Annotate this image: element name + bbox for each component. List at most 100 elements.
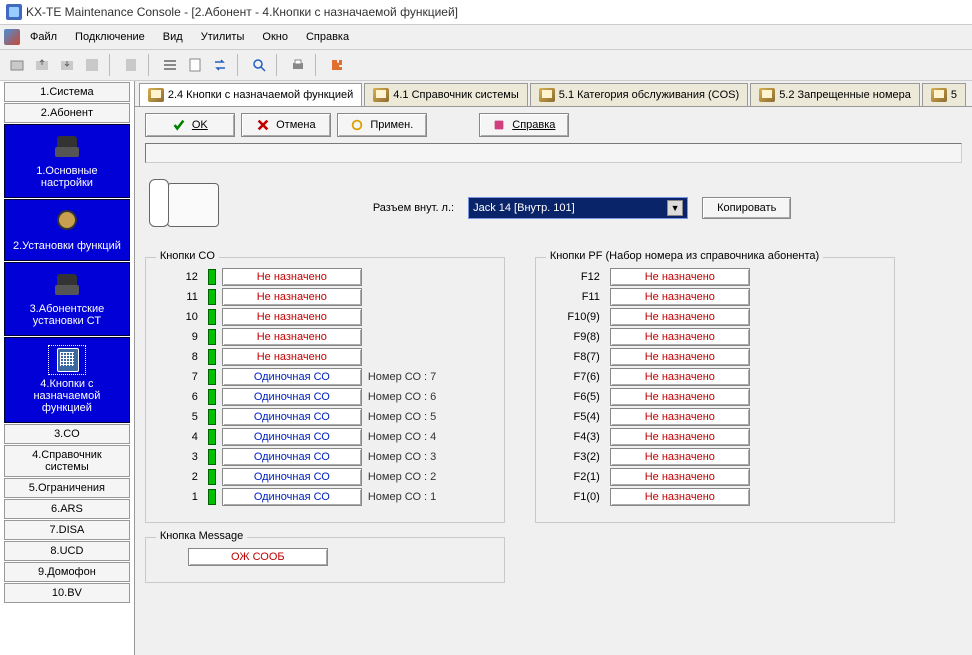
tab-restricted-numbers[interactable]: 5.2 Запрещенные номера — [750, 83, 920, 106]
sidebar-item-function-buttons[interactable]: 4.Кнопки с назначаемой функцией — [4, 337, 130, 423]
co-slot-button[interactable]: Одиночная СО — [222, 428, 362, 446]
menu-help[interactable]: Справка — [298, 28, 357, 46]
phone-icon — [49, 133, 85, 161]
co-slot-button[interactable]: Одиночная СО — [222, 408, 362, 426]
sidebar-item-directory[interactable]: 4.Справочник системы — [4, 445, 130, 477]
tab-icon — [148, 88, 164, 102]
pf-slot-button[interactable]: Не назначено — [610, 288, 750, 306]
sidebar-item-ucd[interactable]: 8.UCD — [4, 541, 130, 561]
sidebar-item-station-settings[interactable]: 3.Абонентские установки СТ — [4, 262, 130, 336]
tb-search-icon[interactable] — [248, 54, 270, 76]
co-slot-button[interactable]: Одиночная СО — [222, 388, 362, 406]
pf-slot-button[interactable]: Не назначено — [610, 448, 750, 466]
co-slot-button[interactable]: Одиночная СО — [222, 448, 362, 466]
menu-file[interactable]: Файл — [22, 28, 65, 46]
tab-system-directory[interactable]: 4.1 Справочник системы — [364, 83, 528, 106]
sidebar-item-ars[interactable]: 6.ARS — [4, 499, 130, 519]
menu-window[interactable]: Окно — [254, 28, 296, 46]
tb-save-icon[interactable] — [81, 54, 103, 76]
tb-page-icon[interactable] — [184, 54, 206, 76]
tb-swap-icon[interactable] — [209, 54, 231, 76]
co-slot-button[interactable]: Одиночная СО — [222, 488, 362, 506]
pf-slot-button[interactable]: Не назначено — [610, 268, 750, 286]
sidebar-item-bv[interactable]: 10.BV — [4, 583, 130, 603]
co-group-label: Кнопки CO — [156, 250, 219, 262]
co-row: 11Не назначено — [160, 288, 490, 306]
help-button[interactable]: Справка — [479, 113, 569, 137]
pf-slot-button[interactable]: Не назначено — [610, 388, 750, 406]
pf-slot-button[interactable]: Не назначено — [610, 368, 750, 386]
sidebar-item-function-settings[interactable]: 2.Установки функций — [4, 199, 130, 261]
co-extra: Номер СО : 4 — [368, 431, 436, 443]
apply-button[interactable]: Примен. — [337, 113, 427, 137]
menu-view[interactable]: Вид — [155, 28, 191, 46]
tab-overflow[interactable]: 5 — [922, 83, 966, 106]
tb-sdcard-icon[interactable] — [120, 54, 142, 76]
cancel-button[interactable]: Отмена — [241, 113, 331, 137]
tab-icon — [539, 88, 555, 102]
tab-cos[interactable]: 5.1 Категория обслуживания (COS) — [530, 83, 748, 106]
co-slot-button[interactable]: Одиночная СО — [222, 468, 362, 486]
pf-slot-button[interactable]: Не назначено — [610, 428, 750, 446]
menu-utilities[interactable]: Утилиты — [193, 28, 253, 46]
tb-print-icon[interactable] — [287, 54, 309, 76]
pf-row: F11 Не назначено — [550, 288, 880, 306]
pf-row: F7(6)Не назначено — [550, 368, 880, 386]
tab-icon — [373, 88, 389, 102]
content: 2.4 Кнопки с назначаемой функцией 4.1 Сп… — [135, 81, 972, 655]
pf-slot-button[interactable]: Не назначено — [610, 308, 750, 326]
co-extra: Номер СО : 1 — [368, 491, 436, 503]
co-slot-button[interactable]: Не назначено — [222, 268, 362, 286]
pf-slot-button[interactable]: Не назначено — [610, 348, 750, 366]
co-row: 7Одиночная СОНомер СО : 7 — [160, 368, 490, 386]
co-slot-button[interactable]: Не назначено — [222, 288, 362, 306]
cancel-label: Отмена — [276, 119, 315, 131]
sidebar-item-subscriber[interactable]: 2.Абонент — [4, 103, 130, 123]
co-slot-button[interactable]: Не назначено — [222, 348, 362, 366]
co-number: 2 — [160, 471, 202, 483]
co-extra: Номер СО : 6 — [368, 391, 436, 403]
sidebar-item-co[interactable]: 3.CO — [4, 424, 130, 444]
tab-function-buttons[interactable]: 2.4 Кнопки с назначаемой функцией — [139, 83, 362, 106]
pf-slot-button[interactable]: Не назначено — [610, 328, 750, 346]
gear-icon — [49, 208, 85, 236]
sidebar-item-restrictions[interactable]: 5.Ограничения — [4, 478, 130, 498]
lamp-icon — [208, 329, 216, 345]
pf-slot-button[interactable]: Не назначено — [610, 488, 750, 506]
sidebar-item-system[interactable]: 1.Система — [4, 82, 130, 102]
menu-connection[interactable]: Подключение — [67, 28, 153, 46]
co-row: 2Одиночная СОНомер СО : 2 — [160, 468, 490, 486]
pf-slot-button[interactable]: Не назначено — [610, 468, 750, 486]
app-icon — [6, 4, 22, 20]
tb-list-icon[interactable] — [159, 54, 181, 76]
lamp-icon — [208, 489, 216, 505]
tb-open-icon[interactable] — [6, 54, 28, 76]
window-title: KX-TE Maintenance Console - [2.Абонент -… — [26, 5, 458, 19]
tb-upload-icon[interactable] — [31, 54, 53, 76]
co-row: 3Одиночная СОНомер СО : 3 — [160, 448, 490, 466]
pf-number: F11 — [550, 291, 604, 303]
pf-number: F1(0) — [550, 491, 604, 503]
pf-row: F8(7)Не назначено — [550, 348, 880, 366]
tb-puzzle-icon[interactable] — [326, 54, 348, 76]
jack-select[interactable]: Jack 14 [Внутр. 101] ▼ — [468, 197, 688, 219]
pf-row: F1(0) Не назначено — [550, 488, 880, 506]
sidebar-item-doorphone[interactable]: 9.Домофон — [4, 562, 130, 582]
copy-button[interactable]: Копировать — [702, 197, 791, 219]
message-button[interactable]: ОЖ СООБ — [188, 548, 328, 566]
pf-slot-button[interactable]: Не назначено — [610, 408, 750, 426]
co-number: 3 — [160, 451, 202, 463]
lamp-icon — [208, 429, 216, 445]
ok-button[interactable]: OK — [145, 113, 235, 137]
sidebar-item-basic-settings[interactable]: 1.Основные настройки — [4, 124, 130, 198]
co-slot-button[interactable]: Не назначено — [222, 308, 362, 326]
tab-label: 5 — [951, 89, 957, 101]
co-slot-button[interactable]: Не назначено — [222, 328, 362, 346]
tb-download-icon[interactable] — [56, 54, 78, 76]
co-extra: Номер СО : 7 — [368, 371, 436, 383]
panel: OK Отмена Примен. Справка — [135, 107, 972, 655]
pf-number: F2(1) — [550, 471, 604, 483]
co-slot-button[interactable]: Одиночная СО — [222, 368, 362, 386]
co-group: Кнопки CO 12Не назначено11Не назначено10… — [145, 257, 505, 523]
sidebar-item-disa[interactable]: 7.DISA — [4, 520, 130, 540]
